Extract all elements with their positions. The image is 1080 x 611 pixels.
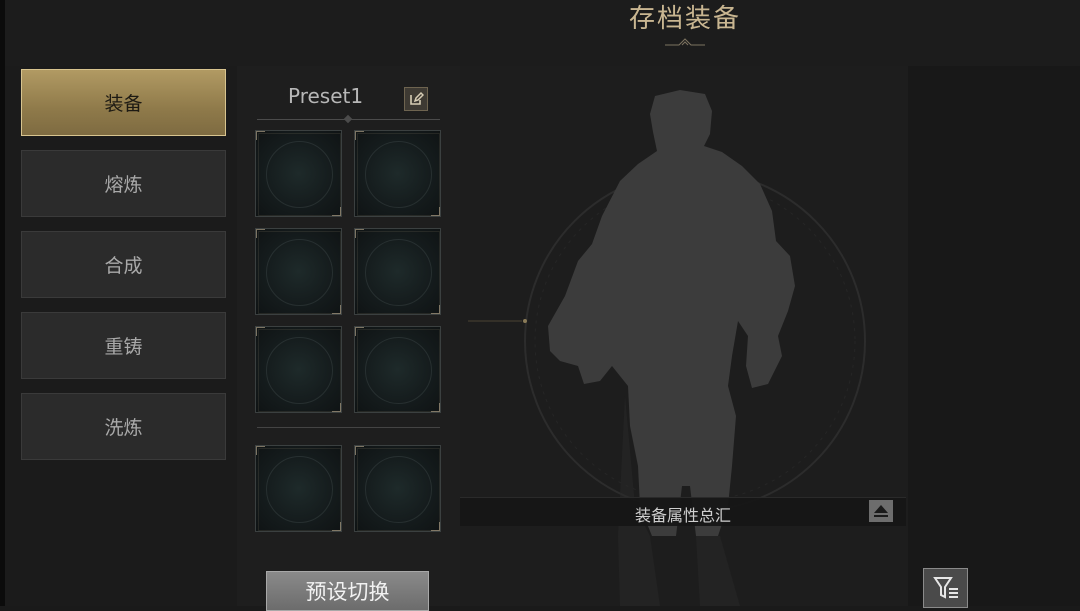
sidebar-item-equip[interactable]: 装备 <box>21 69 226 136</box>
slot-divider <box>257 427 440 428</box>
title-ornament-icon <box>665 38 705 46</box>
header <box>5 0 1080 66</box>
equipment-slot[interactable] <box>255 228 342 315</box>
equipment-slot[interactable] <box>354 445 441 532</box>
sidebar-item-label: 合成 <box>104 255 143 277</box>
attribute-summary-label: 装备属性总汇 <box>634 506 731 525</box>
equipment-slot[interactable] <box>354 326 441 413</box>
sidebar-item-label: 装备 <box>104 93 143 115</box>
preset-switch-label: 预设切换 <box>305 580 390 604</box>
filter-button[interactable] <box>923 568 968 608</box>
eject-triangle-icon <box>874 505 888 517</box>
right-panel <box>908 66 1080 606</box>
equipment-slot[interactable] <box>354 130 441 217</box>
equipment-slot[interactable] <box>255 130 342 217</box>
preset-name: Preset1 <box>288 84 364 108</box>
edit-icon <box>410 91 424 105</box>
preset-switch-button[interactable]: 预设切换 <box>266 571 429 611</box>
sidebar-item-recast[interactable]: 重铸 <box>21 312 226 379</box>
equipment-slot[interactable] <box>255 326 342 413</box>
sidebar-item-refine[interactable]: 洗炼 <box>21 393 226 460</box>
equipment-slot[interactable] <box>354 228 441 315</box>
sidebar-item-smelt[interactable]: 熔炼 <box>21 150 226 217</box>
equipment-slot[interactable] <box>255 445 342 532</box>
filter-icon <box>932 577 958 599</box>
page-title: 存档装备 <box>628 4 741 34</box>
sidebar-item-label: 洗炼 <box>104 417 143 439</box>
attribute-summary-bar: 装备属性总汇 <box>460 497 906 526</box>
preset-edit-button[interactable] <box>404 87 428 111</box>
sidebar: 装备 熔炼 合成 重铸 洗炼 <box>5 66 237 606</box>
sidebar-item-label: 熔炼 <box>104 174 143 196</box>
summary-toggle-button[interactable] <box>869 500 893 522</box>
sidebar-item-synthesize[interactable]: 合成 <box>21 231 226 298</box>
sidebar-item-label: 重铸 <box>104 336 143 358</box>
